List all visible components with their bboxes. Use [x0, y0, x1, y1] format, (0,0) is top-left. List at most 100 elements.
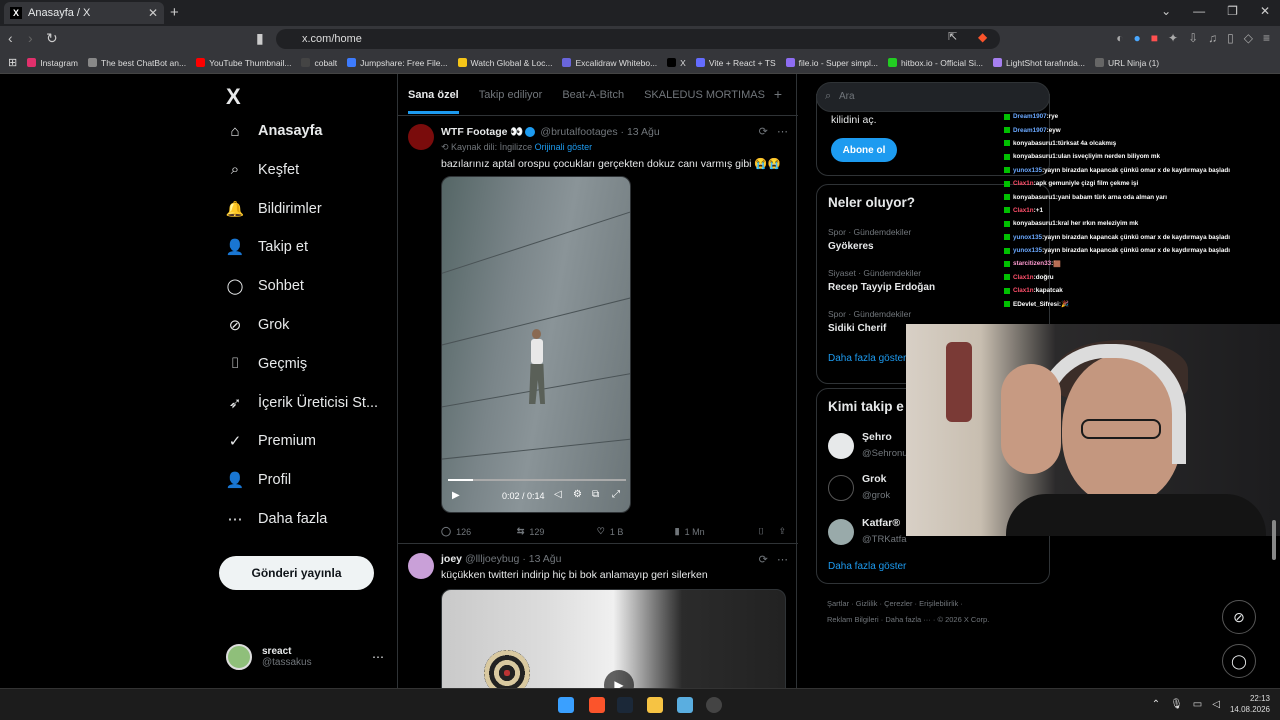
tweet-video[interactable]: ▶ 0:02 / 0:14 ◁ ⚙ ⧉ ⤢ — [441, 176, 631, 513]
clock[interactable]: 22:13 14.08.2026 — [1230, 693, 1270, 715]
video-progress[interactable] — [448, 479, 626, 481]
footer-link[interactable]: Gizlilik — [856, 599, 878, 608]
mic-icon[interactable]: 🎙 — [1170, 699, 1183, 710]
reload-icon[interactable]: ↻ — [46, 30, 58, 47]
music-icon[interactable]: ♫ — [1208, 31, 1217, 45]
subscribe-button[interactable]: Abone ol — [831, 138, 897, 162]
trend-item[interactable]: Spor · Gündemdekiler Sidiki Cherif — [828, 309, 911, 334]
open-external-icon[interactable]: ⇱ — [948, 30, 957, 43]
follow-suggestion[interactable]: Şehro @Sehronu — [828, 431, 908, 461]
volume-icon[interactable]: ◁ — [554, 489, 562, 500]
brave-shield-icon[interactable]: ◆ — [978, 30, 987, 44]
like-button[interactable]: ♡ 1 B — [597, 526, 675, 537]
bookmark-item[interactable]: hitbox.io - Official Si... — [888, 58, 983, 68]
network-icon[interactable]: ▭ — [1193, 699, 1202, 710]
bookmark-item[interactable]: Instagram — [27, 58, 78, 68]
pip-icon[interactable]: ⧉ — [592, 489, 599, 500]
download-icon[interactable]: ⇩ — [1188, 31, 1198, 45]
play-icon[interactable]: ▶ — [604, 670, 634, 688]
back-icon[interactable]: ‹ — [8, 30, 13, 46]
bookmark-item[interactable]: Excalidraw Whitebo... — [562, 58, 657, 68]
extension-icon[interactable]: ◐ — [1116, 31, 1123, 45]
play-icon[interactable]: ▶ — [452, 490, 460, 501]
tweet-menu[interactable]: ⟳ ⋯ — [759, 553, 788, 566]
nav-item-verified[interactable]: ✓ Premium — [226, 432, 316, 450]
url-field[interactable]: x.com/home — [276, 29, 1000, 49]
author-name[interactable]: joey — [441, 553, 462, 565]
show-more-link[interactable]: Daha fazla göster — [828, 353, 906, 364]
speaker-icon[interactable]: ◁ — [1212, 699, 1220, 710]
nav-item-bookmark[interactable]: ⌷ Geçmiş — [226, 355, 307, 373]
follow-suggestion[interactable]: Katfar® @TRKatfa — [828, 517, 907, 547]
bookmark-icon[interactable]: ⌷ — [758, 526, 778, 537]
tweet[interactable]: joey @llljoeybug · 13 Ağu ⟳ ⋯ küçükken t… — [398, 545, 798, 688]
settings-icon[interactable]: ⚙ — [573, 489, 582, 500]
chevron-down-icon[interactable]: ⌄ — [1161, 4, 1171, 18]
brave-icon[interactable] — [589, 697, 605, 713]
feed-tab[interactable]: Sana özel — [408, 89, 459, 114]
bookmark-page-icon[interactable]: ▮ — [256, 30, 264, 47]
follow-suggestion[interactable]: Grok @grok — [828, 473, 890, 503]
nav-item-rocket[interactable]: ➶ İçerik Üreticisi St... — [226, 394, 378, 412]
nav-item-chat[interactable]: ◯ Sohbet — [226, 277, 304, 295]
folder-icon[interactable] — [647, 697, 663, 713]
feed-tab[interactable]: SKALEDUS MORTIMAS — [644, 89, 765, 101]
tweet-video[interactable]: ▶ — [441, 589, 786, 688]
bookmark-item[interactable]: cobalt — [301, 58, 337, 68]
show-more-link[interactable]: Daha fazla göster — [828, 561, 906, 572]
chat-icon[interactable]: ◯ — [1222, 644, 1256, 678]
sidebar-icon[interactable]: ▯ — [1227, 31, 1234, 45]
scrollbar[interactable] — [1272, 520, 1276, 560]
author-name[interactable]: WTF Footage 👀 — [441, 126, 523, 138]
footer-link[interactable]: Şartlar — [827, 599, 849, 608]
nav-item-search[interactable]: ⌕ Keşfet — [226, 161, 299, 179]
browser-tab[interactable]: X Anasayfa / X ✕ — [4, 2, 164, 24]
tweet-time[interactable]: 13 Ağu — [529, 553, 562, 565]
add-tab-icon[interactable]: + — [774, 86, 782, 102]
bookmark-item[interactable]: file.io - Super simpl... — [785, 58, 878, 68]
post-button[interactable]: Gönderi yayınla — [219, 556, 374, 590]
tweet-menu[interactable]: ⟳ ⋯ — [759, 125, 788, 138]
tweet-time[interactable]: 13 Ağu — [627, 126, 660, 138]
x-logo[interactable]: X — [226, 84, 241, 110]
feed-tab[interactable]: Beat-A-Bitch — [562, 89, 624, 101]
forward-icon[interactable]: › — [28, 30, 33, 46]
trend-item[interactable]: Siyaset · Gündemdekiler Recep Tayyip Erdo… — [828, 268, 935, 293]
extension-icon[interactable]: ● — [1134, 31, 1141, 45]
footer-link[interactable]: Erişilebilirlik — [919, 599, 958, 608]
feed-tab[interactable]: Takip ediliyor — [479, 89, 543, 101]
maximize-button[interactable]: ❐ — [1227, 4, 1238, 18]
new-tab-button[interactable]: + — [170, 4, 179, 21]
obs-icon[interactable] — [706, 697, 722, 713]
trend-item[interactable]: Spor · Gündemdekiler Gyökeres — [828, 227, 911, 252]
repost-button[interactable]: ⇆ 129 — [517, 526, 597, 537]
app-icon[interactable] — [677, 697, 693, 713]
bookmark-item[interactable]: URL Ninja (1) — [1094, 58, 1159, 68]
puzzle-icon[interactable]: ✦ — [1168, 31, 1178, 45]
avatar[interactable] — [408, 553, 434, 579]
grok-icon[interactable]: ⊘ — [1222, 600, 1256, 634]
more-icon[interactable]: ⋯ — [372, 650, 384, 664]
nav-item-add-user[interactable]: 👤 Takip et — [226, 238, 308, 256]
views-button[interactable]: ▮ 1 Mn — [675, 526, 759, 537]
bookmark-item[interactable]: Jumpshare: Free File... — [347, 58, 448, 68]
close-window-button[interactable]: ✕ — [1260, 4, 1270, 18]
close-tab-icon[interactable]: ✕ — [148, 6, 158, 20]
windows-start-icon[interactable] — [558, 697, 574, 713]
bookmark-item[interactable]: Watch Global & Loc... — [457, 58, 552, 68]
wallet-icon[interactable]: ◇ — [1244, 31, 1253, 45]
footer-link[interactable]: Daha fazla ··· — [885, 615, 930, 624]
bookmark-item[interactable]: X — [667, 58, 686, 68]
bookmark-item[interactable]: Vite + React + TS — [695, 58, 776, 68]
bookmark-item[interactable]: YouTube Thumbnail... — [196, 58, 291, 68]
bookmark-item[interactable]: LightShot tarafında... — [993, 58, 1085, 68]
nav-item-bell[interactable]: 🔔 Bildirimler — [226, 200, 322, 218]
chevron-up-icon[interactable]: ⌃ — [1152, 699, 1160, 710]
fullscreen-icon[interactable]: ⤢ — [612, 489, 620, 500]
footer-link[interactable]: Reklam Bilgileri — [827, 615, 879, 624]
footer-link[interactable]: Çerezler — [884, 599, 912, 608]
account-switcher[interactable]: sreact @tassakus — [226, 644, 312, 670]
menu-icon[interactable]: ≡ — [1263, 31, 1270, 45]
bookmark-item[interactable]: The best ChatBot an... — [88, 58, 186, 68]
steam-icon[interactable] — [617, 697, 633, 713]
